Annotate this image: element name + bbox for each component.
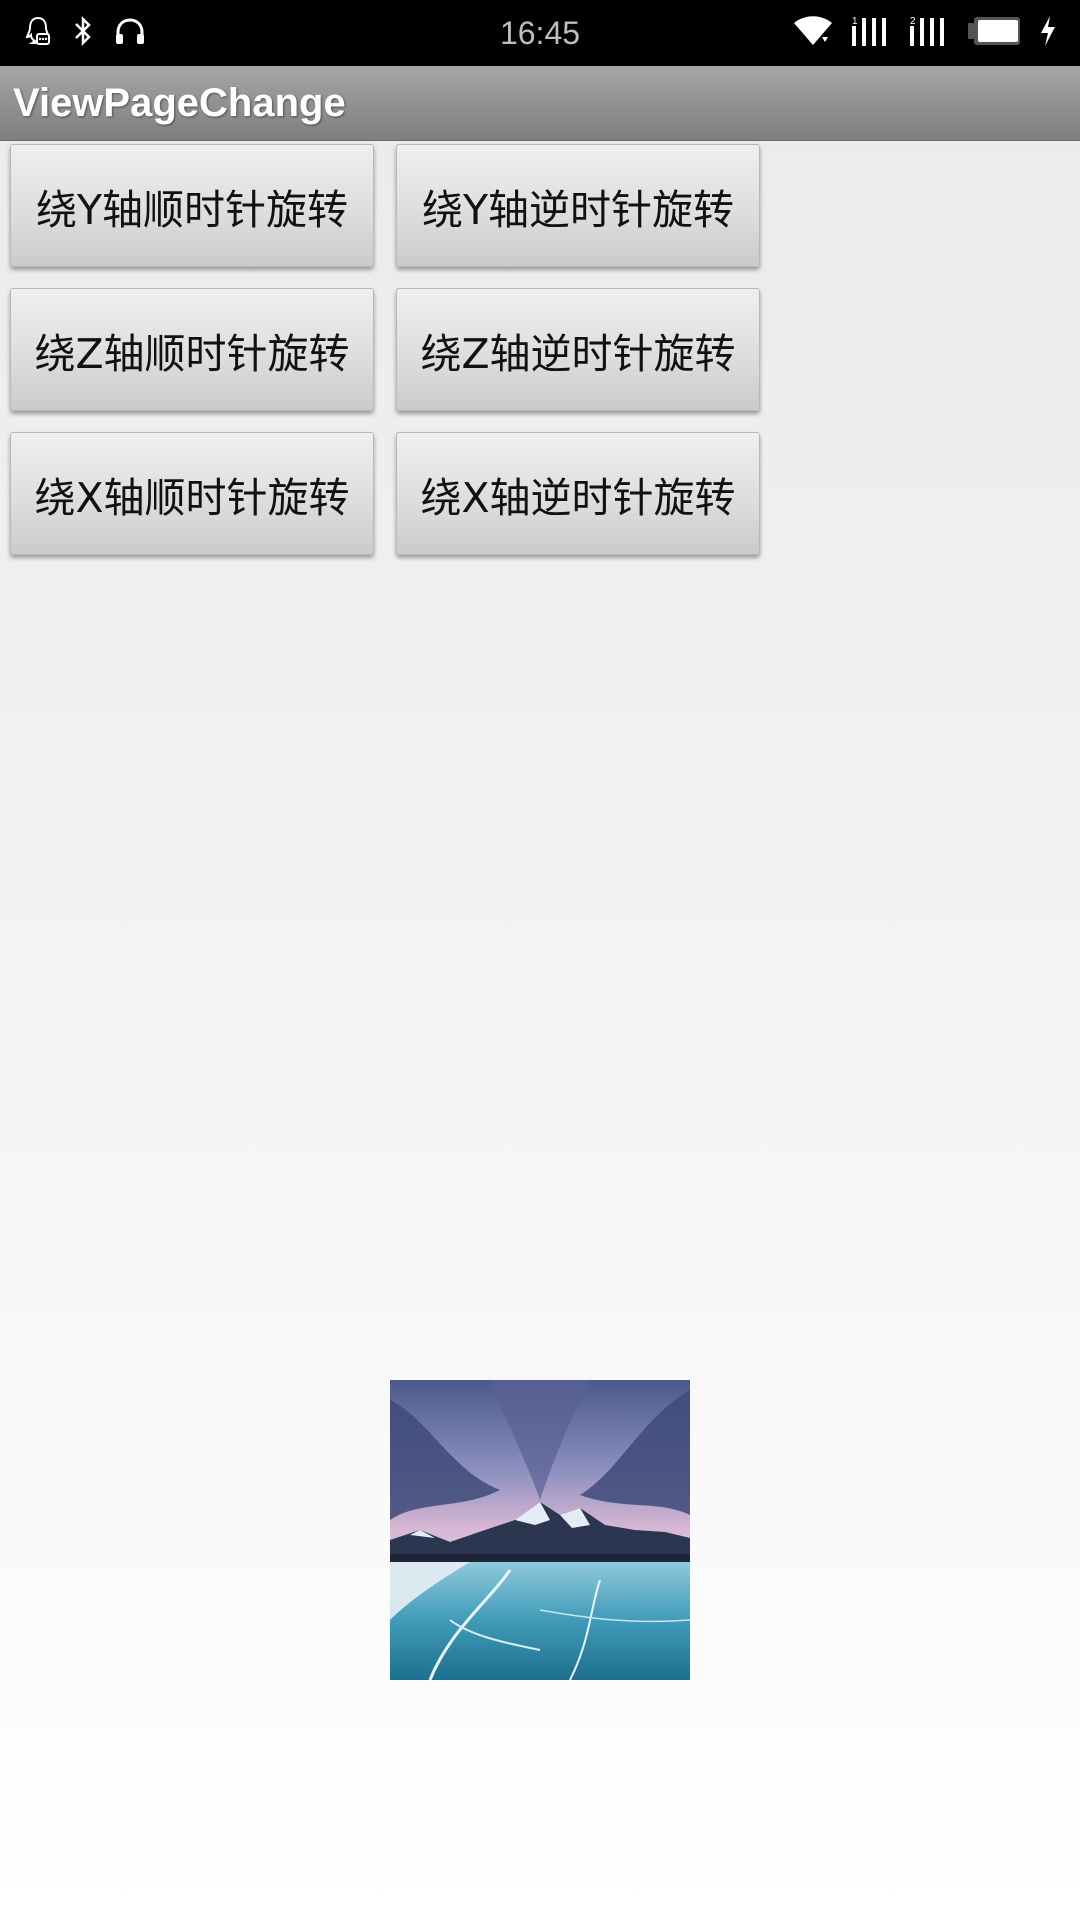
wifi-icon xyxy=(792,15,834,51)
svg-text:1: 1 xyxy=(852,16,858,27)
rotate-x-clockwise-button[interactable]: 绕X轴顺时针旋转 xyxy=(10,432,374,555)
rotate-z-counterclockwise-button[interactable]: 绕Z轴逆时针旋转 xyxy=(396,288,760,411)
rotate-z-clockwise-button[interactable]: 绕Z轴顺时针旋转 xyxy=(10,288,374,411)
svg-text:2: 2 xyxy=(910,16,916,27)
status-bar: 16:45 1 2 xyxy=(0,0,1080,66)
signal-sim2-icon: 2 xyxy=(908,14,950,52)
battery-icon xyxy=(966,15,1022,51)
app-title: ViewPageChange xyxy=(13,81,346,125)
rotate-y-counterclockwise-button[interactable]: 绕Y轴逆时针旋转 xyxy=(396,144,760,267)
rotate-x-counterclockwise-button[interactable]: 绕X轴逆时针旋转 xyxy=(396,432,760,555)
signal-sim1-icon: 1 xyxy=(850,14,892,52)
rotate-y-clockwise-button[interactable]: 绕Y轴顺时针旋转 xyxy=(10,144,374,267)
app-bar: ViewPageChange xyxy=(0,66,1080,141)
landscape-image xyxy=(390,1380,690,1680)
status-right-icons: 1 2 xyxy=(792,14,1058,52)
charging-icon xyxy=(1038,15,1058,51)
